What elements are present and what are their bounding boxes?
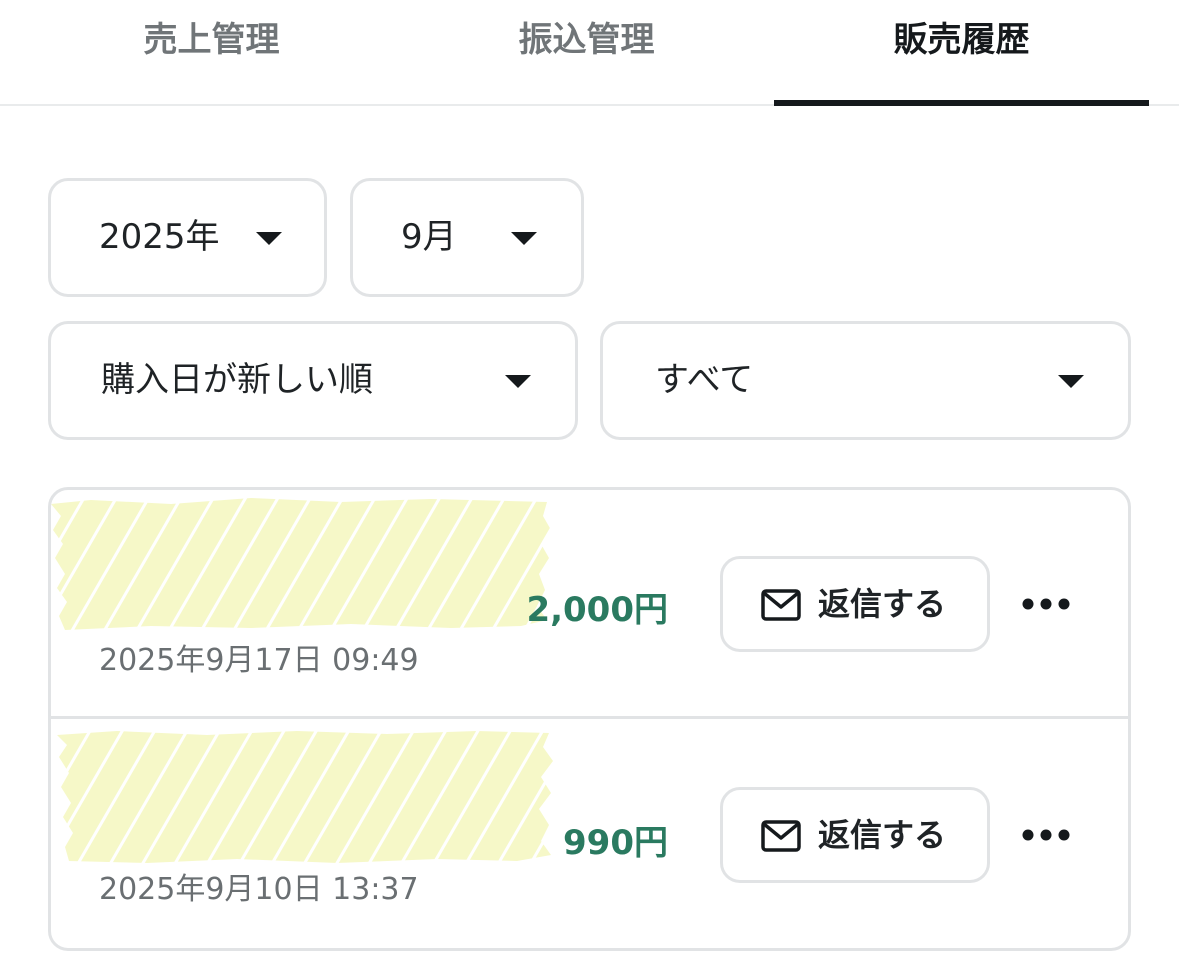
sale-date: 2025年9月17日 09:49 xyxy=(99,643,419,678)
tab-bar: 売上管理 振込管理 販売履歴 xyxy=(0,0,1179,106)
list-item[interactable]: 2,000円 2025年9月17日 09:49 返信する xyxy=(51,490,1128,719)
sort-select[interactable]: 購入日が新しい順 xyxy=(48,321,578,440)
redacted-item-title xyxy=(51,498,551,630)
month-select[interactable]: 9月 xyxy=(350,178,584,297)
reply-button-label: 返信する xyxy=(818,585,947,623)
tab-sales-history[interactable]: 販売履歴 xyxy=(774,0,1149,106)
sale-price: 2,000円 xyxy=(526,590,668,630)
status-filter-select[interactable]: すべて xyxy=(600,321,1131,440)
reply-button-label: 返信する xyxy=(818,816,947,854)
month-select-value: 9月 xyxy=(401,217,457,257)
status-filter-value: すべて xyxy=(655,360,754,400)
reply-button[interactable]: 返信する xyxy=(720,556,990,652)
year-select-value: 2025年 xyxy=(99,217,220,257)
tab-sales-management[interactable]: 売上管理 xyxy=(24,0,399,106)
caret-down-icon xyxy=(256,231,282,245)
sale-price: 990円 xyxy=(563,823,668,863)
mail-icon xyxy=(761,820,801,852)
list-item[interactable]: 990円 2025年9月10日 13:37 返信する xyxy=(51,719,1128,948)
year-select[interactable]: 2025年 xyxy=(48,178,327,297)
more-horizontal-icon[interactable] xyxy=(1021,584,1071,624)
mail-icon xyxy=(761,589,801,621)
tab-transfer-management[interactable]: 振込管理 xyxy=(399,0,774,106)
caret-down-icon xyxy=(505,374,531,388)
sort-select-value: 購入日が新しい順 xyxy=(101,360,373,400)
more-horizontal-icon[interactable] xyxy=(1021,815,1071,855)
sales-history-list: 2,000円 2025年9月17日 09:49 返信する 990円 2025年9… xyxy=(48,487,1131,951)
reply-button[interactable]: 返信する xyxy=(720,787,990,883)
redacted-item-title xyxy=(57,731,553,863)
sale-date: 2025年9月10日 13:37 xyxy=(99,872,419,907)
caret-down-icon xyxy=(1058,374,1084,388)
caret-down-icon xyxy=(511,231,537,245)
active-tab-indicator xyxy=(774,100,1149,106)
